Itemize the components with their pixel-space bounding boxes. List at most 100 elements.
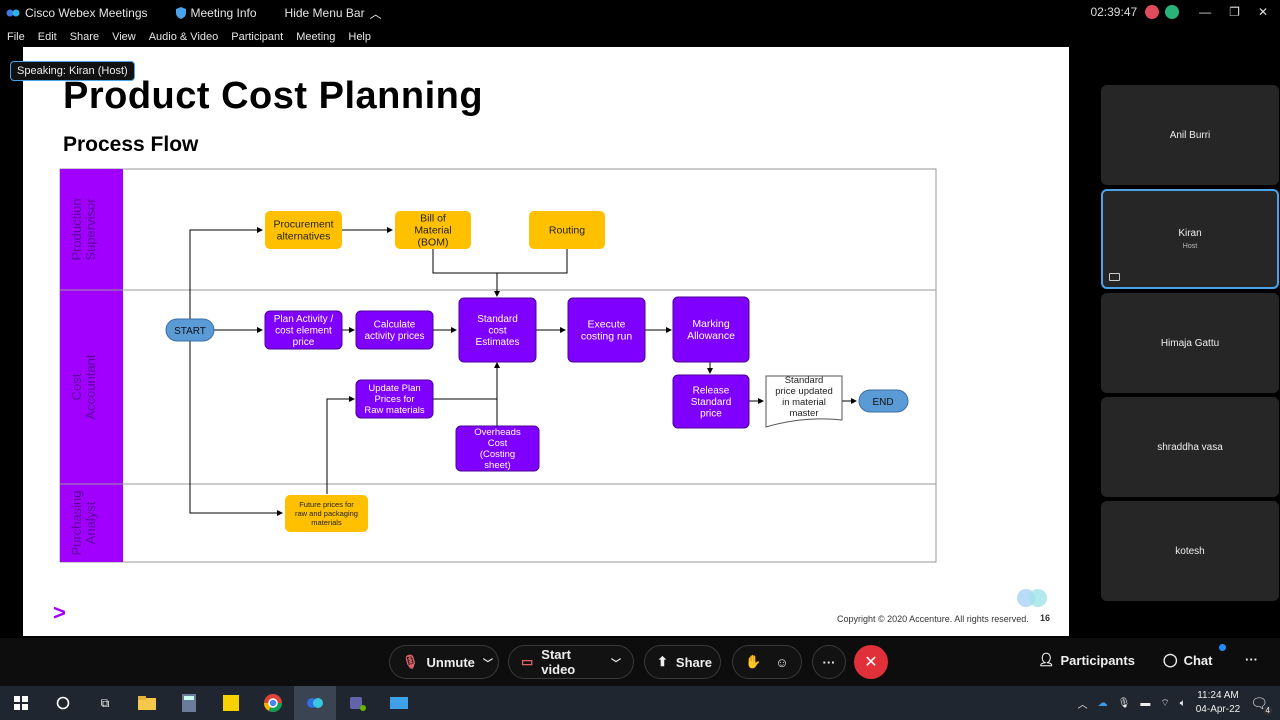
swimlane-label: ProductionSupervisor (69, 198, 98, 261)
future-prices-node-label: materials (311, 518, 342, 527)
webex-taskbar-icon[interactable] (294, 686, 336, 720)
unread-dot (1219, 644, 1226, 651)
bom-node-label: Material (414, 225, 451, 237)
menu-bar: File Edit Share View Audio & Video Parti… (0, 28, 377, 46)
participants-button[interactable]: 👤︎ Participants (1038, 652, 1135, 668)
battery-icon[interactable]: ▬ (1140, 698, 1150, 709)
standard-updated-label: in material (782, 397, 826, 408)
marking-allowance-node-label: Marking (692, 318, 730, 330)
participants-label: Participants (1060, 652, 1135, 668)
hide-menu-bar-button[interactable]: Hide Menu Bar ︿ (285, 5, 382, 22)
teams-icon[interactable] (336, 686, 378, 720)
more-options-button[interactable]: ··· (812, 645, 846, 679)
participant-name: Kiran (1178, 228, 1202, 239)
microphone-icon[interactable]: 🎙︎ (1118, 698, 1131, 709)
plan-activity-node-label: cost element (275, 325, 332, 336)
screen-share-icon (1109, 273, 1120, 281)
menu-view[interactable]: View (112, 31, 136, 43)
execute-costing-node-label: Execute (588, 319, 626, 331)
procurement-node-label: alternatives (277, 231, 331, 243)
clock-time: 11:24 AM (1197, 690, 1239, 701)
meeting-info-button[interactable]: Meeting Info (175, 6, 257, 20)
close-button[interactable]: ✕ (1258, 5, 1268, 19)
minimize-button[interactable]: — (1199, 5, 1211, 19)
chat-icon: ◯ (1163, 652, 1178, 667)
search-icon[interactable] (42, 686, 84, 720)
participant-tile[interactable]: shraddha vasa (1101, 397, 1279, 497)
menu-help[interactable]: Help (348, 31, 371, 43)
swimlane-frame (59, 168, 937, 563)
update-plan-node-label: Update Plan (368, 383, 420, 394)
menu-participant[interactable]: Participant (231, 31, 283, 43)
reactions-icon[interactable]: ☺ (775, 655, 788, 670)
participant-name: kotesh (1175, 545, 1205, 557)
release-price-node-label: price (700, 408, 722, 419)
future-prices-node-label: raw and packaging (295, 509, 358, 518)
raise-hand-icon[interactable]: ✋ (745, 654, 761, 670)
chat-button[interactable]: ◯ Chat (1163, 644, 1226, 668)
volume-icon[interactable]: 🔈︎ (1180, 698, 1186, 709)
wifi-icon[interactable]: ⌔ (1160, 697, 1169, 710)
menu-file[interactable]: File (7, 31, 25, 43)
hide-menu-label: Hide Menu Bar (284, 6, 365, 20)
menu-meeting[interactable]: Meeting (296, 31, 335, 43)
overheads-node-label: sheet) (484, 460, 510, 471)
chevron-down-icon[interactable]: ﹀ (611, 655, 621, 670)
notification-count: 4 (1263, 705, 1272, 715)
unmute-button[interactable]: 🎙︎ Unmute ﹀ (389, 645, 499, 679)
calculator-icon[interactable] (168, 686, 210, 720)
overheads-node-label: Overheads (474, 427, 521, 438)
network-stats-icon[interactable] (1165, 5, 1180, 19)
overheads-node-label: (Costing (480, 449, 515, 460)
recording-icon[interactable] (1145, 5, 1160, 19)
participant-tile[interactable]: Anil Burri (1101, 85, 1279, 185)
standard-cost-node-label: Estimates (476, 337, 520, 348)
chevron-down-icon[interactable]: ﹀ (483, 655, 493, 670)
sticky-notes-icon[interactable] (210, 686, 252, 720)
mic-muted-icon: 🎙︎ (402, 654, 419, 669)
share-button[interactable]: ⬆ Share (644, 645, 721, 679)
restore-button[interactable]: ❐ (1229, 5, 1240, 19)
chevron-up-icon: ︿ (369, 6, 382, 21)
menu-audio-video[interactable]: Audio & Video (149, 31, 219, 43)
menu-share[interactable]: Share (70, 31, 99, 43)
chrome-icon[interactable] (252, 686, 294, 720)
more-menu-button[interactable]: ··· (1245, 652, 1258, 667)
participant-tile[interactable]: Himaja Gattu (1101, 293, 1279, 393)
notifications-icon[interactable]: 🗨︎ 4 (1250, 695, 1272, 715)
plan-activity-node-label: Plan Activity / (274, 314, 334, 325)
share-screen-icon: ⬆ (657, 654, 668, 669)
window-controls: 02:39:47 — ❐ ✕ (1090, 0, 1280, 24)
app-title: Cisco Webex Meetings (6, 6, 148, 20)
meeting-info-label: Meeting Info (190, 6, 257, 20)
standard-updated-label: Standard (785, 375, 824, 386)
release-price-node-label: Release (693, 385, 730, 396)
system-clock[interactable]: 11:24 AM 04-Apr-22 (1196, 689, 1240, 717)
clock-date: 04-Apr-22 (1195, 704, 1241, 715)
participant-name: Himaja Gattu (1160, 337, 1220, 349)
app-window-icon[interactable] (378, 686, 420, 720)
menu-edit[interactable]: Edit (38, 31, 57, 43)
bom-node-label: (BOM) (418, 237, 449, 249)
execute-costing-node-label: costing run (581, 331, 633, 343)
participant-tile[interactable]: kotesh (1101, 501, 1279, 601)
page-number: 16 (1040, 613, 1051, 623)
end-node-label: END (872, 397, 893, 408)
windows-start-icon[interactable] (0, 686, 42, 720)
file-explorer-icon[interactable] (126, 686, 168, 720)
start-video-button[interactable]: ▭ Start video ﹀ (508, 645, 634, 679)
standard-cost-node-label: cost (488, 325, 507, 336)
onedrive-icon[interactable]: ☁ (1098, 698, 1108, 709)
standard-updated-label: master (789, 408, 818, 419)
participant-panel: Anil Burri Kiran Host Himaja Gattu shrad… (1101, 85, 1279, 605)
more-icon: ··· (822, 654, 836, 670)
webex-watermark-icon (1016, 587, 1048, 614)
task-view-icon[interactable]: ⧉ (84, 686, 126, 720)
title-bar: Cisco Webex Meetings Meeting Info Hide M… (0, 0, 1280, 26)
system-tray: ︿ ☁ 🎙︎ ▬ ⌔ 🔈︎ 11:24 AM 04-Apr-22 🗨︎ 4 (1078, 686, 1280, 720)
show-hidden-icons-icon[interactable]: ︿ (1078, 696, 1088, 711)
share-label: Share (675, 654, 713, 670)
participant-tile-active[interactable]: Kiran Host (1101, 189, 1279, 289)
meeting-timer: 02:39:47 (1090, 5, 1138, 19)
leave-meeting-button[interactable]: ✕ (854, 645, 888, 679)
